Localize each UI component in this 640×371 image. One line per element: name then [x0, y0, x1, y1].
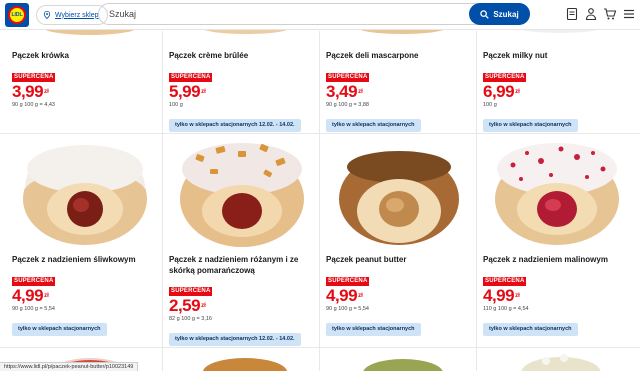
product-card[interactable]: Pączek deli mascarpone SUPERCENA 3,49zł …	[326, 51, 481, 132]
product-price: 4,99zł	[326, 285, 363, 305]
product-price: 4,99zł	[12, 285, 49, 305]
product-card[interactable]: Pączek z nadzieniem śliwkowym SUPERCENA …	[12, 255, 167, 336]
menu-icon[interactable]	[622, 7, 636, 21]
product-card[interactable]: Pączek z nadzieniem malinowym SUPERCENA …	[483, 255, 638, 336]
row-divider	[0, 347, 640, 348]
status-bar-url: https://www.lidl.pl/p/paczek-peanut-butt…	[0, 362, 139, 371]
product-image[interactable]	[358, 355, 448, 371]
location-pin-icon	[43, 11, 51, 19]
account-icon[interactable]	[584, 7, 598, 21]
supercena-badge: SUPERCENA	[483, 276, 527, 286]
product-price: 6,99zł	[483, 81, 520, 101]
unit-price: 82 g 100 g = 3,16	[169, 316, 212, 322]
product-card[interactable]: Pączek milky nut SUPERCENA 6,99zł 100 g …	[483, 51, 638, 132]
supercena-badge: SUPERCENA	[326, 72, 370, 82]
logo-text: LIDL	[8, 6, 26, 24]
supercena-badge: SUPERCENA	[12, 276, 56, 286]
row-divider	[0, 133, 640, 134]
peanut-butter-donut-image[interactable]	[335, 141, 463, 249]
rose-orange-donut-image[interactable]	[176, 137, 308, 251]
product-name[interactable]: Pączek crème brûlée	[169, 51, 324, 62]
search-input[interactable]	[109, 9, 489, 19]
product-card[interactable]: Pączek krówka SUPERCENA 3,99zł 90 g 100 …	[12, 51, 167, 109]
product-image[interactable]	[200, 354, 290, 371]
unit-price: 100 g	[483, 101, 497, 108]
product-price: 3,49zł	[326, 81, 363, 101]
availability-chip: tylko w sklepach stacjonarnych 12.02. - …	[169, 333, 301, 346]
product-name[interactable]: Pączek z nadzieniem różanym i ze skórką …	[169, 255, 324, 276]
product-name[interactable]: Pączek z nadzieniem malinowym	[483, 255, 638, 266]
unit-price: 90 g 100 g = 5,54	[12, 305, 55, 312]
availability-chip: tylko w sklepach stacjonarnych	[483, 322, 578, 336]
unit-price: 90 g 100 g = 5,54	[326, 305, 369, 312]
search-icon	[480, 9, 490, 19]
search-bar: Szukaj	[98, 3, 530, 25]
receipt-icon[interactable]	[565, 7, 579, 21]
unit-price: 90 g 100 g = 3,88	[326, 101, 369, 108]
plum-donut-image[interactable]	[19, 139, 151, 249]
product-name[interactable]: Pączek krówka	[12, 51, 167, 62]
choose-store-button[interactable]: Wybierz sklep	[36, 5, 108, 25]
supercena-badge: SUPERCENA	[169, 287, 213, 296]
top-header: LIDL Wybierz sklep Szukaj	[0, 0, 640, 30]
product-name[interactable]: Pączek peanut butter	[326, 255, 481, 266]
product-price: 4,99zł	[483, 285, 520, 305]
product-name[interactable]: Pączek milky nut	[483, 51, 638, 62]
unit-price: 110 g 100 g = 4,54	[483, 305, 529, 312]
availability-chip: tylko w sklepach stacjonarnych	[12, 322, 107, 336]
cart-icon[interactable]	[603, 7, 617, 21]
availability-chip: tylko w sklepach stacjonarnych	[326, 118, 421, 132]
unit-price: 100 g	[169, 101, 183, 108]
unit-price: 90 g 100 g = 4,43	[12, 101, 55, 108]
availability-chip: tylko w sklepach stacjonarnych	[483, 118, 578, 132]
supercena-badge: SUPERCENA	[326, 276, 370, 286]
availability-chip: tylko w sklepach stacjonarnych 12.02. - …	[169, 118, 301, 132]
search-button-label: Szukaj	[493, 9, 519, 19]
search-button[interactable]: Szukaj	[469, 3, 530, 25]
supercena-badge: SUPERCENA	[169, 72, 213, 82]
product-price: 3,99zł	[12, 81, 49, 101]
product-card[interactable]: Pączek crème brûlée SUPERCENA 5,99zł 100…	[169, 51, 324, 132]
product-name[interactable]: Pączek deli mascarpone	[326, 51, 481, 62]
lidl-logo[interactable]: LIDL	[5, 3, 29, 27]
product-price: 2,59zł	[169, 296, 206, 315]
product-price: 5,99zł	[169, 81, 206, 101]
raspberry-donut-image[interactable]	[491, 137, 623, 249]
product-image[interactable]	[516, 353, 606, 371]
product-grid: Pączek krówka SUPERCENA 3,99zł 90 g 100 …	[0, 27, 640, 371]
product-name[interactable]: Pączek z nadzieniem śliwkowym	[12, 255, 167, 266]
availability-chip: tylko w sklepach stacjonarnych	[326, 322, 421, 336]
product-card[interactable]: Pączek peanut butter SUPERCENA 4,99zł 90…	[326, 255, 481, 336]
product-card[interactable]: Pączek z nadzieniem różanym i ze skórką …	[169, 255, 324, 346]
choose-store-label: Wybierz sklep	[55, 11, 99, 19]
supercena-badge: SUPERCENA	[12, 72, 56, 82]
supercena-badge: SUPERCENA	[483, 72, 527, 82]
